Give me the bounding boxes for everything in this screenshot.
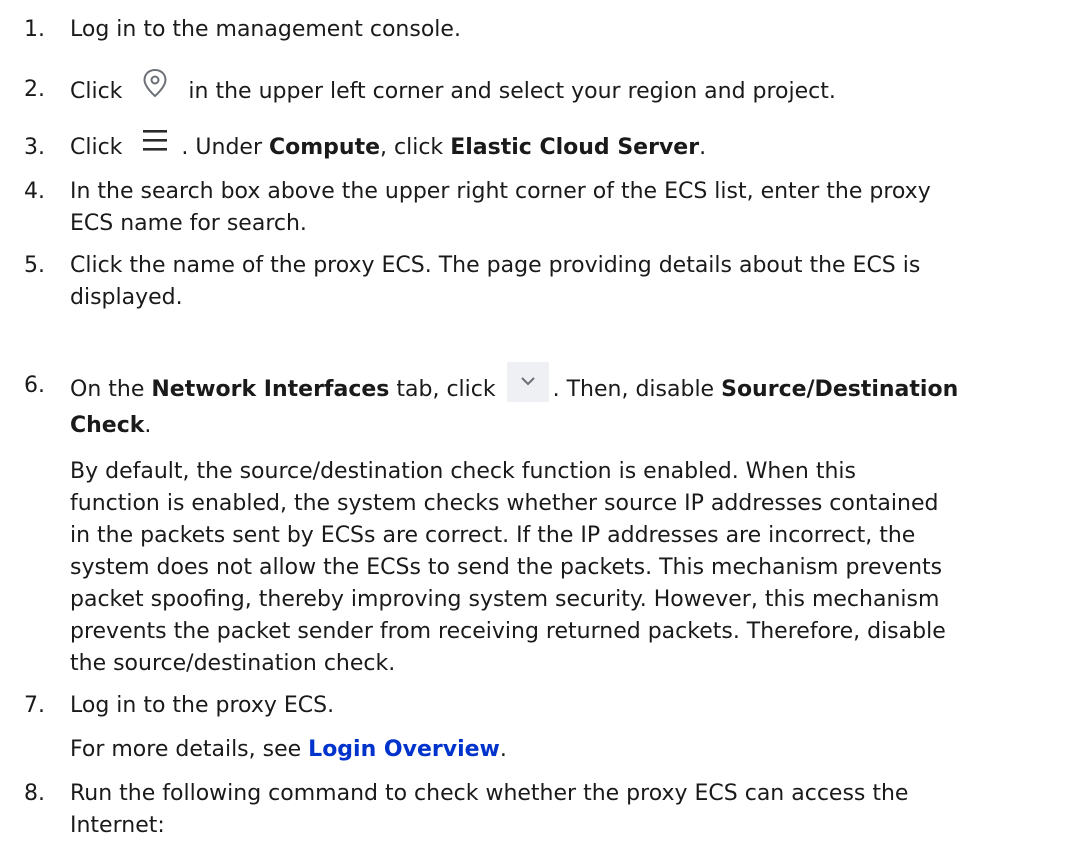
bold-term: Compute — [269, 135, 381, 160]
bold-term: Check — [70, 413, 145, 438]
location-pin-icon — [135, 66, 175, 102]
step-text: Click . Under Compute, click Elastic Clo… — [70, 130, 1060, 164]
step-text: Log in to the proxy ECS. For more detail… — [70, 693, 507, 762]
document: 1. Log in to the management console. 2. … — [0, 0, 1072, 841]
step-text: Click in the upper left corner and selec… — [70, 68, 1060, 110]
login-overview-link[interactable]: Login Overview — [308, 737, 500, 762]
step-text: On the Network Interfaces tab, click . T… — [70, 362, 1060, 680]
bold-term: Network Interfaces — [151, 377, 390, 402]
chevron-down-icon — [506, 362, 549, 402]
step-text: In the search box above the upper right … — [70, 179, 931, 236]
step-number: 8. — [24, 781, 45, 806]
step-number: 3. — [24, 135, 45, 160]
step-6-explanation: By default, the source/destination check… — [70, 459, 946, 676]
step-number: 7. — [24, 693, 45, 718]
step-text: Log in to the management console. — [70, 17, 461, 42]
step-number: 2. — [24, 77, 45, 102]
step-text: Run the following command to check wheth… — [70, 781, 909, 838]
bold-term: Elastic Cloud Server — [450, 135, 700, 160]
step-number: 6. — [24, 373, 45, 398]
step-number: 4. — [24, 179, 45, 204]
step-text: Click the name of the proxy ECS. The pag… — [70, 253, 921, 310]
bold-term: Source/Destination — [721, 377, 959, 402]
step-number: 1. — [24, 17, 45, 42]
step-number: 5. — [24, 253, 45, 278]
hamburger-menu-icon — [135, 126, 175, 158]
